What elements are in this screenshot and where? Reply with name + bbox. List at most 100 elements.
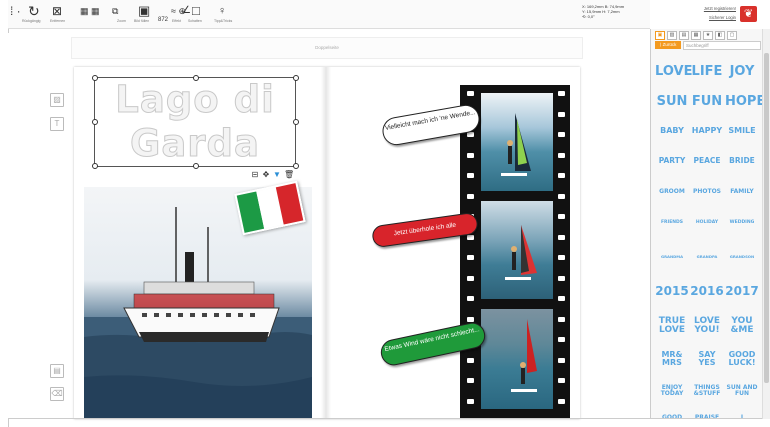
film-perforation xyxy=(467,173,474,178)
fill-label: Bild füllen xyxy=(134,19,150,23)
add-image-icon[interactable]: ▨ xyxy=(50,93,64,107)
resize-handle[interactable] xyxy=(293,119,299,125)
tab-text-icon[interactable]: ▣ xyxy=(655,31,665,40)
page-title[interactable]: Lago di Garda xyxy=(95,78,295,166)
film-perforation xyxy=(558,316,565,322)
resize-handle[interactable] xyxy=(193,75,199,81)
windsurfer-1-illustration xyxy=(501,113,531,176)
film-perforation xyxy=(467,378,474,383)
wordart-item[interactable]: THINGS &STUFF xyxy=(690,385,724,397)
tab-layout-icon[interactable]: ▤ xyxy=(679,31,689,40)
resize-handle[interactable] xyxy=(92,75,98,81)
tab-image-icon[interactable]: ▨ xyxy=(667,31,677,40)
resize-handle[interactable] xyxy=(92,119,98,125)
delete-frame-icon[interactable]: 🗑 xyxy=(284,170,294,179)
wordart-item[interactable]: FUN xyxy=(690,95,724,108)
scrollbar-thumb[interactable] xyxy=(764,53,769,383)
resize-handle[interactable] xyxy=(293,163,299,169)
tip-label: Tipp&Tricks xyxy=(214,19,233,23)
wordart-item[interactable]: PARTY xyxy=(655,157,689,165)
title-text-frame[interactable]: Lago di Garda xyxy=(92,75,299,169)
wordart-item[interactable]: LOVE YOU! xyxy=(690,317,724,335)
film-photo-2[interactable] xyxy=(481,201,553,299)
wordart-item[interactable]: SUN AND FUN xyxy=(725,385,759,397)
page-selector-bar[interactable]: Doppelseite xyxy=(71,37,583,59)
wordart-item[interactable]: WEDDING xyxy=(725,220,759,226)
toolbar: ⁞ · ↻ Rückgängig ⊠ Entfernen ▦ ▦ ⧉ Zoom … xyxy=(8,0,650,29)
wordart-item[interactable]: LIFE xyxy=(690,65,724,78)
film-perforation xyxy=(558,152,565,158)
wordart-item[interactable]: 2017 xyxy=(725,285,759,297)
tab-background-icon[interactable]: ◧ xyxy=(715,31,725,40)
wordart-item[interactable]: HAPPY xyxy=(690,127,724,135)
page-label: Doppelseite xyxy=(315,45,339,50)
filter-icon[interactable]: ▼ xyxy=(273,170,281,179)
wordart-item[interactable]: YOU &ME xyxy=(725,317,759,335)
add-text-icon[interactable]: T xyxy=(50,117,64,131)
film-perforation xyxy=(467,234,474,240)
wordart-item[interactable]: 2015 xyxy=(655,285,689,297)
film-perforation xyxy=(558,173,565,178)
film-perforation xyxy=(558,132,565,137)
wordart-item[interactable]: GRANDPA xyxy=(690,255,724,259)
wordart-item[interactable]: ENJOY TODAY xyxy=(655,385,689,397)
paste-icon[interactable]: ▤ xyxy=(50,364,64,378)
bubble-1-text[interactable]: Vielleicht mach ich 'ne Wende... xyxy=(381,104,478,133)
wordart-item[interactable]: HOPE xyxy=(725,95,763,108)
wordart-item[interactable]: PEACE xyxy=(690,157,724,165)
wordart-item[interactable]: GRANDMA xyxy=(655,255,689,259)
search-input[interactable]: Suchbegriff xyxy=(683,41,761,50)
film-perforation xyxy=(558,214,565,219)
tab-frame-icon[interactable]: ▢ xyxy=(727,31,737,40)
wordart-row: TRUE LOVE LOVE YOU! YOU &ME xyxy=(655,317,759,335)
photobook-spread[interactable]: Lago di Garda ⊟ ✥ ▼ 🗑 Vielleicht mach ic… xyxy=(74,67,580,419)
film-photo-3[interactable] xyxy=(481,309,553,409)
wordart-item[interactable]: BRIDE xyxy=(725,157,759,165)
film-perforation xyxy=(558,111,565,117)
tab-favorite-icon[interactable]: ★ xyxy=(703,31,713,40)
wordart-item[interactable]: GRANDSON xyxy=(725,255,759,259)
wordart-row: PARTY PEACE BRIDE xyxy=(655,157,759,165)
wordart-item[interactable]: PHOTOS xyxy=(690,189,724,195)
filmstrip-frame[interactable] xyxy=(460,85,570,419)
wordart-item[interactable]: SAY YES xyxy=(690,351,724,367)
panel-scrollbar[interactable] xyxy=(762,29,770,419)
wordart-item[interactable]: TRUE LOVE xyxy=(655,317,689,335)
wordart-item[interactable]: FRIENDS xyxy=(655,220,689,226)
wordart-item[interactable]: GOOD LUCK! xyxy=(725,351,759,367)
layer-icon[interactable]: ▦ ▦ xyxy=(80,3,100,21)
wordart-item[interactable]: HOLIDAY xyxy=(690,220,724,226)
canvas-workspace[interactable]: Doppelseite ▨ T ▤ ⌫ Lago di Garda ⊟ ✥ ▼ … xyxy=(8,33,650,419)
wordart-item[interactable]: FAMILY xyxy=(725,189,759,195)
wordart-item[interactable]: LOVE xyxy=(655,65,692,78)
move-icon[interactable]: ✥ xyxy=(262,170,270,179)
film-perforation xyxy=(558,91,565,96)
back-button[interactable]: ⟨ Zurück xyxy=(655,41,681,49)
zoom-value[interactable]: 872 xyxy=(158,12,168,30)
wordart-panel: ▣ ▨ ▤ ▦ ★ ◧ ▢ ⟨ Zurück Suchbegriff LOVE L… xyxy=(650,29,763,419)
wordart-item[interactable]: JOY xyxy=(725,65,759,78)
film-perforation xyxy=(558,398,565,404)
align-icon[interactable]: ⁞ · xyxy=(10,3,21,21)
film-perforation xyxy=(467,152,474,158)
wordart-item[interactable]: BABY xyxy=(655,127,689,135)
film-perforation xyxy=(558,193,565,199)
trash-icon[interactable]: ⌫ xyxy=(50,387,64,401)
resize-handle[interactable] xyxy=(293,75,299,81)
register-link[interactable]: Jetzt registrieren! xyxy=(704,6,736,11)
wordart-item[interactable]: GROOM xyxy=(655,189,689,195)
wordart-row: ENJOY TODAY THINGS &STUFF SUN AND FUN xyxy=(655,385,759,397)
wordart-item[interactable]: SUN xyxy=(655,95,689,108)
wordart-item[interactable]: 2016 xyxy=(690,285,724,297)
wordart-item[interactable]: SMILE xyxy=(725,127,759,135)
film-photo-1[interactable] xyxy=(481,93,553,191)
bubble-3-text[interactable]: Etwas Wind wäre nicht schlecht... xyxy=(380,321,484,354)
tab-clipart-icon[interactable]: ▦ xyxy=(691,31,701,40)
layer-order-icon[interactable]: ⊟ xyxy=(251,170,259,179)
brand-logo-icon[interactable]: ❦ xyxy=(740,6,757,22)
wordart-item[interactable]: MR& MRS xyxy=(655,351,689,367)
login-link[interactable]: Sicherer Login xyxy=(709,15,736,20)
resize-handle[interactable] xyxy=(193,163,199,169)
delete-label: Entfernen xyxy=(50,19,66,23)
resize-handle[interactable] xyxy=(92,163,98,169)
